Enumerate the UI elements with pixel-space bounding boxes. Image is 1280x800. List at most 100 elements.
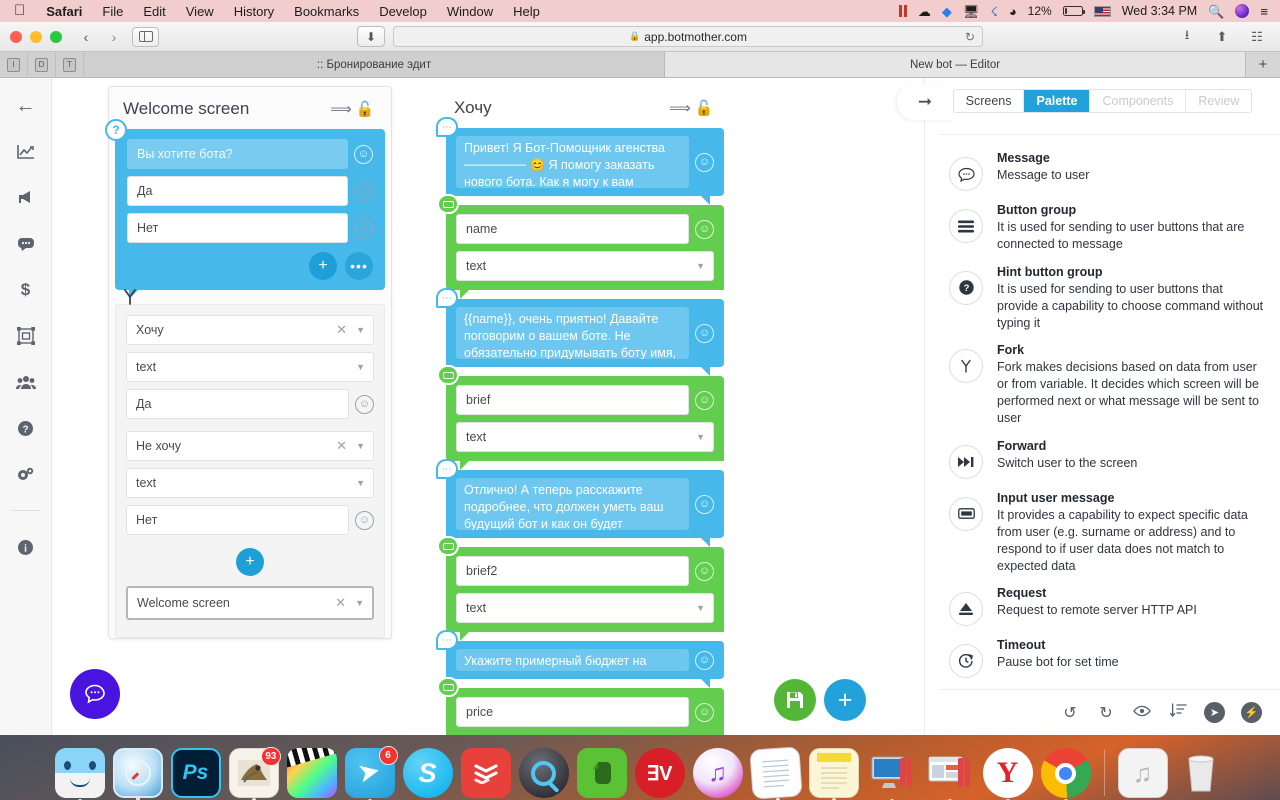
chevron-down-icon[interactable]: ▼ bbox=[356, 478, 365, 488]
emoji-picker-icon[interactable]: ☺ bbox=[355, 510, 374, 530]
bot-editor-canvas[interactable]: Welcome screen ⟹ 🔓 ? Вы хотите бота? ☺ Д… bbox=[52, 78, 924, 735]
dock-item-photoshop[interactable]: Ps bbox=[170, 748, 221, 798]
message-text[interactable]: {{name}}, очень приятно! Давайте поговор… bbox=[456, 307, 689, 359]
message-text[interactable]: Привет! Я Бот-Помощник агенства ─────── … bbox=[456, 136, 689, 188]
tab-components[interactable]: Components bbox=[1090, 90, 1187, 112]
fork-value-input-2[interactable]: Нет bbox=[126, 505, 349, 535]
emoji-picker-icon[interactable]: ☺ bbox=[354, 218, 373, 238]
emoji-picker-icon[interactable]: ☺ bbox=[354, 181, 373, 201]
input-user-message-block[interactable]: brief2 ☺ text ▼ bbox=[437, 536, 724, 641]
chevron-down-icon[interactable]: ▼ bbox=[356, 362, 365, 372]
message-block[interactable]: ⋯ Отлично! А теперь расскажите подробнее… bbox=[436, 459, 724, 547]
dock-item-safari[interactable] bbox=[112, 748, 163, 800]
tab-review[interactable]: Review bbox=[1186, 90, 1251, 112]
menu-item-history[interactable]: History bbox=[224, 4, 284, 19]
chevron-down-icon[interactable]: ▼ bbox=[355, 598, 364, 608]
cloud-sync-icon[interactable]: ☁ bbox=[918, 5, 931, 18]
input-user-message-block[interactable]: name ☺ text ▼ bbox=[437, 194, 724, 299]
zoom-window-button[interactable] bbox=[50, 30, 62, 43]
dock-item-quicktime[interactable] bbox=[518, 748, 569, 798]
chevron-down-icon[interactable]: ▼ bbox=[356, 441, 365, 451]
pinned-tab-1[interactable]: I bbox=[0, 52, 28, 77]
fork-block[interactable]: Хочу ✕ ▼ text ▼ Да ☺ Не хочу ✕ ▼ text ▼ … bbox=[115, 289, 385, 638]
bluetooth-icon[interactable]: ☇ bbox=[990, 5, 997, 18]
menu-item-develop[interactable]: Develop bbox=[369, 4, 437, 19]
message-block[interactable]: ⋯ Укажите примерный бюджет на ☺ bbox=[436, 630, 724, 688]
messenger-icon[interactable]: ⚡ bbox=[1241, 702, 1262, 723]
menu-item-edit[interactable]: Edit bbox=[133, 4, 175, 19]
dock-item-textedit[interactable] bbox=[748, 746, 803, 800]
emoji-picker-icon[interactable]: ☺ bbox=[695, 219, 714, 239]
chat-widget-button[interactable] bbox=[70, 669, 120, 719]
spotlight-search-icon[interactable]: 🔍 bbox=[1208, 5, 1224, 18]
back-button[interactable]: ‹ bbox=[76, 29, 96, 45]
wifi-icon[interactable]: ◕ bbox=[1009, 5, 1017, 18]
menu-item-help[interactable]: Help bbox=[503, 4, 550, 19]
palette-item-request[interactable]: Request Request to remote server HTTP AP… bbox=[939, 580, 1280, 632]
analytics-icon[interactable] bbox=[14, 140, 38, 164]
downloads-button[interactable]: ⬇ bbox=[357, 26, 385, 47]
emoji-picker-icon[interactable]: ☺ bbox=[355, 394, 374, 414]
airplay-display-icon[interactable]: 🖥 bbox=[963, 5, 980, 18]
dock-item-google-chrome[interactable] bbox=[1040, 748, 1091, 800]
emoji-picker-icon[interactable]: ☺ bbox=[695, 152, 714, 172]
back-arrow-icon[interactable]: ← bbox=[14, 94, 38, 118]
fork-value-input-1[interactable]: Да bbox=[126, 389, 349, 419]
message-block[interactable]: ⋯ Привет! Я Бот-Помощник агенства ──────… bbox=[436, 117, 724, 205]
input-type-select[interactable]: text ▼ bbox=[456, 422, 714, 452]
hint-button-input-yes[interactable]: Да bbox=[127, 176, 348, 206]
emoji-picker-icon[interactable]: ☺ bbox=[695, 702, 714, 722]
upload-icon[interactable]: ⬆ bbox=[1209, 26, 1235, 47]
emoji-picker-icon[interactable]: ☺ bbox=[695, 561, 714, 581]
palette-list[interactable]: Message Message to user Button group It … bbox=[939, 134, 1280, 689]
close-window-button[interactable] bbox=[10, 30, 22, 43]
emoji-picker-icon[interactable]: ☺ bbox=[695, 650, 714, 670]
forward-arrow-icon[interactable]: ⟹ bbox=[329, 100, 353, 118]
forward-arrow-icon[interactable]: ⟹ bbox=[668, 99, 692, 117]
preview-eye-icon[interactable] bbox=[1132, 704, 1152, 722]
dock-item-final-cut-pro[interactable] bbox=[286, 748, 337, 798]
fork-condition-select-1[interactable]: Хочу ✕ ▼ bbox=[126, 315, 374, 345]
save-button[interactable] bbox=[774, 679, 816, 721]
siri-icon[interactable] bbox=[1235, 4, 1250, 18]
dock-item-parallels-desktop[interactable] bbox=[867, 748, 917, 800]
menu-item-file[interactable]: File bbox=[92, 4, 133, 19]
dock-item-todoist[interactable] bbox=[460, 748, 511, 798]
settings-gears-icon[interactable] bbox=[14, 462, 38, 486]
emoji-picker-icon[interactable]: ☺ bbox=[695, 494, 714, 514]
fork-target-screen-select[interactable]: Welcome screen ✕ ▼ bbox=[126, 586, 374, 620]
forward-button[interactable]: › bbox=[104, 29, 124, 45]
broadcast-megaphone-icon[interactable] bbox=[14, 186, 38, 210]
input-type-select[interactable]: text ▼ bbox=[456, 593, 714, 623]
sort-icon[interactable] bbox=[1168, 703, 1188, 722]
clear-icon[interactable]: ✕ bbox=[335, 595, 355, 611]
dock-item-finder[interactable] bbox=[54, 748, 105, 800]
message-text[interactable]: Укажите примерный бюджет на bbox=[456, 649, 689, 671]
emoji-picker-icon[interactable]: ☺ bbox=[354, 144, 373, 164]
clear-icon[interactable]: ✕ bbox=[336, 438, 356, 454]
billing-dollar-icon[interactable]: $ bbox=[14, 278, 38, 302]
telegram-icon[interactable]: ➤ bbox=[1204, 702, 1225, 723]
hint-prompt-input[interactable]: Вы хотите бота? bbox=[127, 139, 348, 169]
pinned-tab-3[interactable]: T bbox=[56, 52, 84, 77]
chat-icon[interactable] bbox=[14, 232, 38, 256]
menu-item-view[interactable]: View bbox=[176, 4, 224, 19]
canvas-frame-icon[interactable] bbox=[14, 324, 38, 348]
input-user-message-block[interactable]: brief ☺ text ▼ bbox=[437, 365, 724, 470]
dock-item-telegram[interactable]: ➤ 6 bbox=[344, 746, 398, 800]
screen-card-welcome[interactable]: Welcome screen ⟹ 🔓 ? Вы хотите бота? ☺ Д… bbox=[105, 86, 392, 639]
input-variable-field[interactable]: brief bbox=[456, 385, 689, 415]
fork-condition-select-2[interactable]: Не хочу ✕ ▼ bbox=[126, 431, 374, 461]
palette-item-forward[interactable]: Forward Switch user to the screen bbox=[939, 433, 1280, 485]
chevron-down-icon[interactable]: ▼ bbox=[696, 261, 705, 271]
fork-type-select-1[interactable]: text ▼ bbox=[126, 352, 374, 382]
palette-item-hint-button-group[interactable]: ? Hint button group It is used for sendi… bbox=[939, 259, 1280, 338]
input-user-message-block[interactable]: price ☺ bbox=[437, 677, 724, 735]
pause-icon[interactable] bbox=[898, 5, 907, 17]
message-block[interactable]: ⋯ {{name}}, очень приятно! Давайте погов… bbox=[436, 288, 724, 376]
chevron-down-icon[interactable]: ▼ bbox=[356, 325, 365, 335]
browser-tab-new-bot-editor[interactable]: New bot — Editor bbox=[665, 52, 1246, 77]
hint-button-group-block[interactable]: ? Вы хотите бота? ☺ Да ☺ Нет ☺ + ••• bbox=[105, 119, 385, 299]
help-question-icon[interactable]: ? bbox=[14, 416, 38, 440]
chevron-down-icon[interactable]: ▼ bbox=[696, 432, 705, 442]
